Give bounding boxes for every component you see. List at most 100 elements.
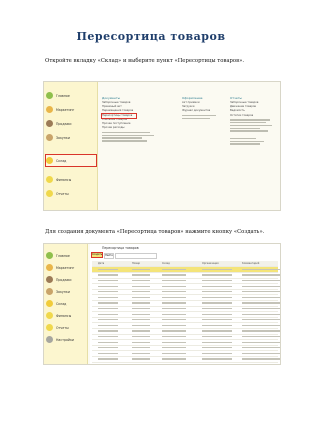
sidebar-item-reports[interactable]: Отчеты	[46, 188, 69, 199]
placeholder-line	[230, 124, 272, 127]
placeholder-line	[230, 130, 268, 132]
cell-placeholder	[98, 330, 118, 332]
table-row[interactable]	[92, 357, 280, 363]
sidebar: Главное Маркетинг Продажи Закупки Склад …	[44, 82, 98, 210]
finance-icon	[46, 312, 53, 319]
cell-placeholder	[242, 279, 280, 282]
placeholder-line	[182, 115, 216, 117]
cell-placeholder	[132, 313, 150, 315]
cell-placeholder	[162, 324, 186, 326]
cell-placeholder	[162, 358, 186, 360]
cell-placeholder	[162, 330, 186, 332]
cell-placeholder	[202, 352, 232, 354]
sidebar-item-sales[interactable]: Продажи	[46, 118, 71, 129]
cell-placeholder	[242, 274, 280, 276]
cell-placeholder	[202, 291, 232, 293]
cell-placeholder	[132, 341, 150, 343]
cell-placeholder	[98, 302, 118, 304]
cell-placeholder	[202, 313, 232, 315]
cell-placeholder	[132, 352, 150, 354]
cell-placeholder	[162, 319, 186, 321]
sidebar-item-main[interactable]: Главное	[46, 90, 70, 101]
cell-placeholder	[202, 296, 232, 298]
cell-placeholder	[132, 358, 150, 360]
cell-placeholder	[242, 330, 280, 332]
sidebar-item-sales[interactable]: Продажи	[46, 274, 71, 285]
search-field[interactable]	[115, 253, 157, 259]
screenshot-2: Главное Маркетинг Продажи Закупки Склад …	[43, 243, 281, 365]
menu-item[interactable]: Перемещения товаров	[102, 109, 162, 113]
window-title: Пересортица товаров	[102, 246, 139, 250]
sales-icon	[46, 276, 53, 283]
cell-placeholder	[162, 274, 186, 276]
cell-placeholder	[242, 268, 280, 270]
placeholder-line	[230, 137, 256, 140]
sidebar-item-marketing[interactable]: Маркетинг	[46, 104, 74, 115]
menu-item[interactable]: Остатки товаров	[230, 114, 276, 118]
menu-column-reports: Отчеты Заборочные товаров Движение товар…	[230, 96, 276, 146]
sidebar-item-warehouse[interactable]: Склад	[45, 154, 97, 167]
cell-placeholder	[162, 335, 186, 338]
menu-item[interactable]: Журнал документов	[182, 109, 224, 113]
cell-placeholder	[162, 352, 186, 354]
cell-placeholder	[162, 279, 186, 282]
cell-placeholder	[98, 307, 118, 310]
cell-placeholder	[98, 335, 118, 338]
create-button[interactable]: Создать	[91, 252, 103, 258]
placeholder-line	[230, 143, 260, 145]
settings-icon	[46, 336, 53, 343]
sidebar-item-finance[interactable]: Финансы	[46, 310, 71, 321]
cell-placeholder	[162, 291, 186, 293]
sidebar-item-marketing[interactable]: Маркетинг	[46, 262, 74, 273]
cell-placeholder	[132, 307, 150, 310]
warehouse-icon	[46, 300, 53, 307]
cell-placeholder	[162, 268, 186, 270]
cell-placeholder	[202, 268, 232, 270]
cell-placeholder	[162, 296, 186, 298]
marketing-icon	[46, 264, 53, 271]
sidebar-item-warehouse[interactable]: Склад	[46, 298, 66, 309]
home-icon	[46, 252, 53, 259]
cell-placeholder	[202, 324, 232, 326]
reports-icon	[46, 190, 53, 197]
reports-icon	[46, 324, 53, 331]
step1-text: Откройте вкладку «Склад» и выберите пунк…	[45, 58, 245, 64]
sidebar-item-finance[interactable]: Финансы	[46, 174, 71, 185]
home-icon	[46, 92, 53, 99]
cell-placeholder	[132, 330, 150, 332]
placeholder-line	[182, 117, 210, 120]
cell-placeholder	[98, 279, 118, 282]
menu-item[interactable]: Прочие расходы	[102, 126, 162, 130]
cell-placeholder	[242, 296, 280, 298]
sidebar-item-settings[interactable]: Настройки	[46, 334, 74, 345]
placeholder-line	[230, 119, 270, 121]
cell-placeholder	[162, 307, 186, 310]
cell-placeholder	[162, 341, 186, 343]
cell-placeholder	[202, 302, 232, 304]
cell-placeholder	[132, 319, 150, 321]
cell-placeholder	[202, 358, 232, 360]
cell-placeholder	[242, 352, 280, 354]
find-button[interactable]: Найти	[104, 253, 114, 259]
cell-placeholder	[132, 268, 150, 270]
sidebar: Главное Маркетинг Продажи Закупки Склад …	[44, 244, 88, 364]
cell-placeholder	[98, 341, 118, 343]
sidebar-item-purchases[interactable]: Закупки	[46, 286, 70, 297]
cell-placeholder	[202, 279, 232, 282]
cell-placeholder	[98, 313, 118, 315]
cell-placeholder	[162, 302, 186, 304]
cell-placeholder	[132, 296, 150, 298]
cell-placeholder	[202, 307, 232, 310]
sidebar-item-purchases[interactable]: Закупки	[46, 132, 70, 143]
cell-placeholder	[202, 319, 232, 321]
sidebar-item-reports[interactable]: Отчеты	[46, 322, 69, 333]
placeholder-line	[102, 137, 142, 139]
cell-placeholder	[98, 291, 118, 293]
cell-placeholder	[132, 302, 150, 304]
sidebar-item-main[interactable]: Главное	[46, 250, 70, 261]
cell-placeholder	[242, 341, 280, 343]
cell-placeholder	[202, 347, 232, 349]
placeholder-line	[102, 134, 154, 136]
cell-placeholder	[202, 285, 232, 287]
cell-placeholder	[98, 347, 118, 349]
